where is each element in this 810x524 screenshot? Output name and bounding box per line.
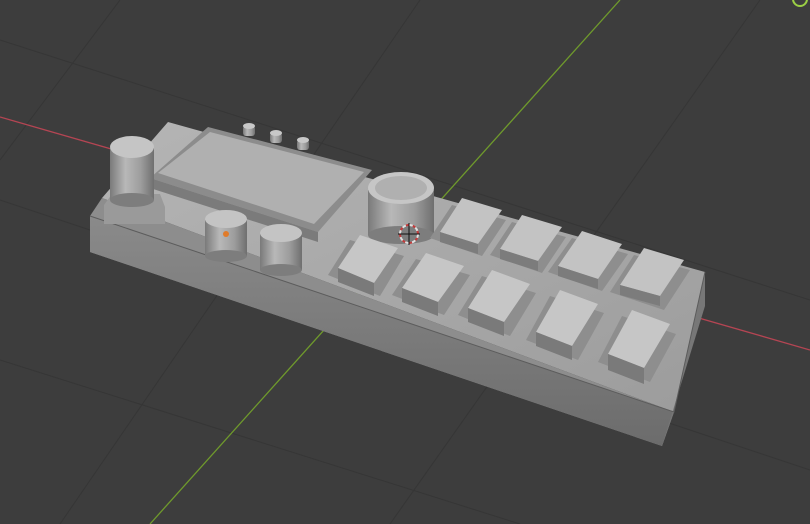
origin-point [223, 231, 229, 237]
axis-gizmo-icon[interactable] [792, 0, 808, 7]
viewport-canvas[interactable] [0, 0, 810, 524]
small-knob-2[interactable] [260, 224, 302, 276]
3d-viewport[interactable] [0, 0, 810, 524]
small-knob-1[interactable] [205, 210, 247, 262]
